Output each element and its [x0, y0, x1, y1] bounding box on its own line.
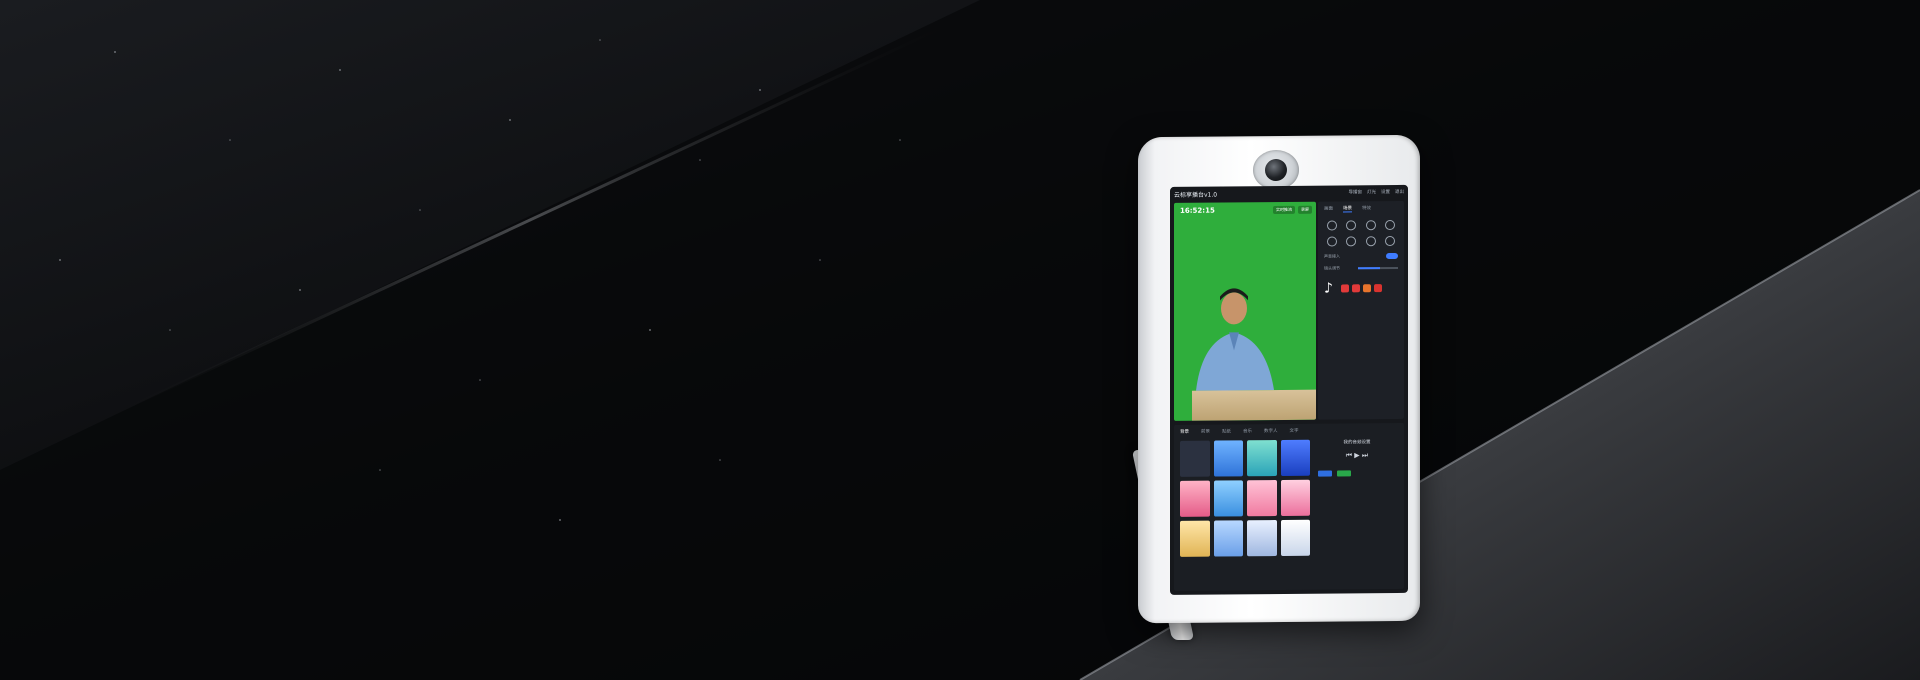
bottom-tab[interactable]: 贴纸 [1222, 428, 1231, 434]
prev-icon[interactable]: ⏮ [1346, 451, 1352, 459]
platform-icon[interactable] [1341, 284, 1349, 293]
thumbnail[interactable] [1180, 480, 1210, 517]
thumbnail[interactable] [1180, 520, 1210, 557]
background-scene [0, 0, 1920, 680]
thumbnail[interactable] [1247, 480, 1277, 517]
side-tab-1[interactable]: 画面 [1324, 206, 1333, 213]
bottom-tab[interactable]: 背景 [1180, 429, 1189, 435]
top-actions: 导播窗 灯光 设置 退出 [1349, 189, 1405, 195]
thumbnail[interactable] [1180, 440, 1210, 477]
player-button[interactable] [1336, 470, 1351, 477]
player-title: 我的音频设置 [1343, 440, 1371, 446]
platform-icons: ♪ [1318, 274, 1404, 303]
side-tab-3[interactable]: 特效 [1362, 205, 1371, 212]
lens-slider-row: 镜头调节 [1318, 262, 1404, 275]
top-action-exit[interactable]: 退出 [1395, 189, 1404, 195]
thumbnail[interactable] [1280, 519, 1310, 556]
effect-icon[interactable] [1365, 236, 1376, 247]
lens-slider[interactable] [1358, 266, 1398, 270]
player-button[interactable] [1318, 470, 1332, 477]
next-icon[interactable]: ⏭ [1362, 451, 1368, 459]
thumbnail[interactable] [1213, 520, 1243, 557]
bottom-tabs: 背景 前景 贴纸 音乐 数字人 文字 [1174, 423, 1404, 439]
side-tabs: 画面 场景 特效 [1318, 201, 1404, 217]
screen-topbar: 云标享播台v1.0 导播窗 灯光 设置 退出 [1170, 185, 1408, 201]
side-tab-2[interactable]: 场景 [1343, 205, 1352, 213]
thumbnail[interactable] [1213, 440, 1243, 477]
player-controls: ⏮ ▶ ⏭ [1314, 451, 1400, 461]
thumbnail[interactable] [1280, 439, 1310, 476]
background-thumbnails [1180, 439, 1310, 557]
effect-icon[interactable] [1385, 219, 1396, 231]
effect-icon[interactable] [1346, 220, 1357, 231]
thumbnail[interactable] [1213, 480, 1243, 517]
app-title: 云标享播台v1.0 [1174, 191, 1218, 199]
thumbnail[interactable] [1247, 440, 1277, 477]
bottom-tab[interactable]: 数字人 [1264, 428, 1278, 434]
top-action-settings[interactable]: 设置 [1381, 189, 1390, 195]
bottom-tab[interactable]: 前景 [1201, 429, 1210, 435]
tiktok-icon[interactable]: ♪ [1324, 280, 1338, 297]
camera-module [1253, 149, 1299, 191]
platform-icon[interactable] [1363, 284, 1371, 293]
video-preview[interactable]: 16:52:15 实时推流 录屏 [1174, 201, 1316, 421]
side-panel: 画面 场景 特效 声音接入 镜头调节 ♪ [1318, 200, 1404, 420]
play-icon[interactable]: ▶ [1354, 451, 1359, 459]
effect-icon[interactable] [1365, 220, 1376, 231]
camera-lens-icon [1265, 158, 1287, 182]
preview-buttons: 实时推流 录屏 [1273, 205, 1312, 215]
top-action-light[interactable]: 灯光 [1367, 189, 1376, 195]
lens-slider-label: 镜头调节 [1324, 265, 1340, 271]
platform-icon[interactable] [1374, 284, 1382, 293]
effect-icon[interactable] [1326, 236, 1337, 247]
player-buttons [1314, 470, 1400, 479]
livestream-device: 云标享播台v1.0 导播窗 灯光 设置 退出 16:52:15 实时推流 录屏 [1138, 134, 1420, 624]
sound-toggle-row: 声音接入 [1318, 250, 1404, 263]
thumbnail[interactable] [1280, 479, 1310, 516]
sound-toggle-label: 声音接入 [1324, 253, 1340, 259]
stream-button[interactable]: 实时推流 [1273, 205, 1295, 215]
thumbnail[interactable] [1247, 520, 1277, 557]
device-screen: 云标享播台v1.0 导播窗 灯光 设置 退出 16:52:15 实时推流 录屏 [1170, 184, 1408, 595]
bottom-tab[interactable]: 文字 [1290, 428, 1299, 434]
effect-icon[interactable] [1385, 235, 1396, 247]
preview-clock: 16:52:15 [1180, 206, 1215, 215]
effect-icon-grid [1318, 216, 1404, 251]
bottom-tab[interactable]: 音乐 [1243, 428, 1252, 434]
effect-icon[interactable] [1326, 220, 1337, 231]
audio-player: 我的音频设置 ⏮ ▶ ⏭ [1314, 439, 1400, 580]
platform-icon[interactable] [1352, 284, 1360, 293]
top-action-director[interactable]: 导播窗 [1349, 189, 1363, 195]
effect-icon[interactable] [1346, 236, 1357, 247]
record-button[interactable]: 录屏 [1298, 205, 1312, 214]
sound-toggle[interactable] [1386, 252, 1398, 260]
desk [1192, 389, 1316, 421]
bottom-panel: 背景 前景 贴纸 音乐 数字人 文字 我的音频设置 ⏮ ▶ ⏭ [1174, 422, 1404, 591]
